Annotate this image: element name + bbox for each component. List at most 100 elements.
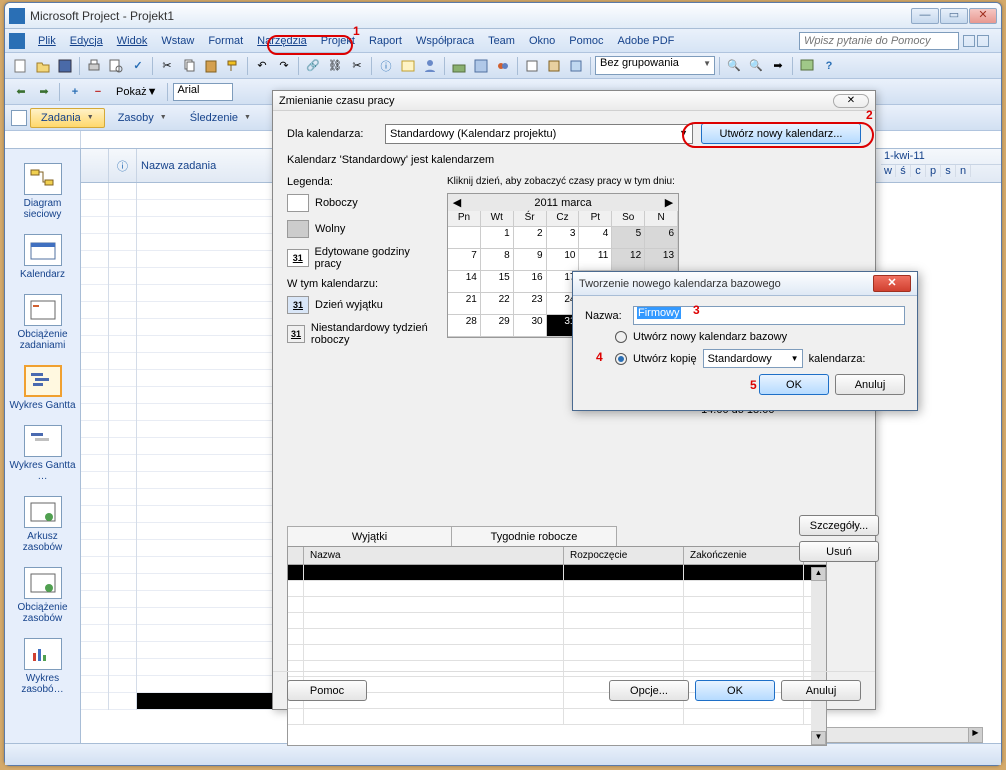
format-painter-icon[interactable] <box>223 56 243 76</box>
create-base-calendar-dialog: Tworzenie nowego kalendarza bazowego ✕ N… <box>572 271 918 411</box>
scroll-up-icon[interactable]: ▲ <box>811 567 826 581</box>
help-search-input[interactable] <box>799 32 959 50</box>
title-bar: Microsoft Project - Projekt1 — ▭ ✕ <box>5 3 1001 29</box>
goto-icon[interactable]: ➡ <box>768 56 788 76</box>
view-list-icon[interactable] <box>11 110 27 126</box>
menu-format[interactable]: Format <box>201 33 250 49</box>
dialog2-close-button[interactable]: ✕ <box>873 275 911 292</box>
options-button[interactable]: Opcje... <box>609 680 689 701</box>
back-icon[interactable]: ⬅ <box>11 82 31 102</box>
radio-new-base[interactable] <box>615 331 627 343</box>
help-button[interactable]: Pomoc <box>287 680 367 701</box>
note-icon[interactable] <box>398 56 418 76</box>
minimize-button[interactable]: — <box>911 8 939 24</box>
copy-icon[interactable] <box>179 56 199 76</box>
link-icon[interactable]: 🔗 <box>303 56 323 76</box>
cancel-button[interactable]: Anuluj <box>781 680 861 701</box>
paste-icon[interactable] <box>201 56 221 76</box>
print-icon[interactable] <box>84 56 104 76</box>
ok-button[interactable]: OK <box>695 680 775 701</box>
forward-icon[interactable]: ➡ <box>34 82 54 102</box>
exceptions-table[interactable]: Nazwa Rozpoczęcie Zakończenie <box>287 546 827 746</box>
cut-icon[interactable]: ✂ <box>157 56 177 76</box>
sidebar-item-gantt[interactable]: Wykres Gantta <box>5 361 80 421</box>
add-icon[interactable]: + <box>65 82 85 102</box>
scroll-down-icon[interactable]: ▼ <box>811 731 826 745</box>
mdi-controls[interactable] <box>963 35 997 47</box>
menu-projekt[interactable]: Projekt <box>314 33 362 49</box>
grid-header-name[interactable]: Nazwa zadania <box>137 149 277 182</box>
delete-button[interactable]: Usuń <box>799 541 879 562</box>
report3-icon[interactable] <box>566 56 586 76</box>
help-icon[interactable]: ? <box>819 56 839 76</box>
menu-raport[interactable]: Raport <box>362 33 409 49</box>
tab-zadania[interactable]: Zadania <box>30 108 105 128</box>
next-month-icon[interactable]: ▶ <box>662 196 676 209</box>
calendar-name-input[interactable]: Firmowy <box>633 306 905 325</box>
radio-copy[interactable] <box>615 353 627 365</box>
import-icon[interactable] <box>471 56 491 76</box>
collab-icon[interactable] <box>493 56 513 76</box>
create-new-calendar-button[interactable]: Utwórz nowy kalendarz... <box>701 123 861 144</box>
sidebar-item-kalendarz[interactable]: Kalendarz <box>5 230 80 290</box>
dialog2-cancel-button[interactable]: Anuluj <box>835 374 905 395</box>
system-menu-icon[interactable] <box>9 33 25 49</box>
menu-widok[interactable]: Widok <box>110 33 155 49</box>
open-icon[interactable] <box>33 56 53 76</box>
remove-icon[interactable]: − <box>88 82 108 102</box>
sidebar-item-wykres-zas[interactable]: Wykres zasobó… <box>5 634 80 705</box>
prev-month-icon[interactable]: ◀ <box>450 196 464 209</box>
tab-wyjatki[interactable]: Wyjątki <box>287 526 452 547</box>
report2-icon[interactable] <box>544 56 564 76</box>
menu-wstaw[interactable]: Wstaw <box>154 33 201 49</box>
zoom-out-icon[interactable]: 🔍 <box>746 56 766 76</box>
dialog2-ok-button[interactable]: OK <box>759 374 829 395</box>
dialog1-close-button[interactable]: ✕ <box>833 94 869 108</box>
font-name-input[interactable]: Arial <box>173 83 233 101</box>
assign-icon[interactable] <box>420 56 440 76</box>
menu-plik[interactable]: Plik <box>31 33 63 49</box>
sidebar-item-diagram[interactable]: Diagram sieciowy <box>5 159 80 230</box>
tab-sledzenie[interactable]: Śledzenie <box>180 109 261 127</box>
spellcheck-icon[interactable]: ✓ <box>128 56 148 76</box>
grid-header-info[interactable]: ⓘ <box>109 149 137 182</box>
toolbar-standard: ✓ ✂ ↶ ↷ 🔗 ⛓ ✂ ⓘ Bez grupowania 🔍 🔍 ➡ ? <box>5 53 1001 79</box>
calendar-select[interactable]: Standardowy (Kalendarz projektu) <box>385 124 693 144</box>
sidebar-item-gantt2[interactable]: Wykres Gantta … <box>5 421 80 492</box>
split-icon[interactable]: ✂ <box>347 56 367 76</box>
copy-picture-icon[interactable] <box>797 56 817 76</box>
sidebar-item-obciazenie-zad[interactable]: Obciążenie zadaniami <box>5 290 80 361</box>
sidebar-item-obciazenie-zas[interactable]: Obciążenie zasobów <box>5 563 80 634</box>
calendar-is-label: Kalendarz 'Standardowy' jest kalendarzem <box>287 154 861 166</box>
publish-icon[interactable] <box>449 56 469 76</box>
zoom-in-icon[interactable]: 🔍 <box>724 56 744 76</box>
grid-header-rownum[interactable] <box>81 149 109 182</box>
info-icon[interactable]: ⓘ <box>376 56 396 76</box>
show-button[interactable]: Pokaż ▼ <box>111 82 162 102</box>
menu-adobepdf[interactable]: Adobe PDF <box>611 33 682 49</box>
sidebar-item-arkusz[interactable]: Arkusz zasobów <box>5 492 80 563</box>
tab-zasoby[interactable]: Zasoby <box>108 109 177 127</box>
undo-icon[interactable]: ↶ <box>252 56 272 76</box>
redo-icon[interactable]: ↷ <box>274 56 294 76</box>
scroll-right-icon[interactable]: ▶ <box>968 728 982 742</box>
report1-icon[interactable] <box>522 56 542 76</box>
menu-okno[interactable]: Okno <box>522 33 562 49</box>
menu-team[interactable]: Team <box>481 33 522 49</box>
table-scrollbar[interactable]: ▲ ▼ <box>811 567 826 745</box>
new-icon[interactable] <box>11 56 31 76</box>
print-preview-icon[interactable] <box>106 56 126 76</box>
close-button[interactable]: ✕ <box>969 8 997 24</box>
menu-wspolpraca[interactable]: Współpraca <box>409 33 481 49</box>
timeline-header: 1-kwi-11 wścpsn <box>881 149 1001 183</box>
save-icon[interactable] <box>55 56 75 76</box>
details-button[interactable]: Szczegóły... <box>799 515 879 536</box>
tab-tygodnie[interactable]: Tygodnie robocze <box>452 526 617 547</box>
unlink-icon[interactable]: ⛓ <box>325 56 345 76</box>
menu-narzedzia[interactable]: Narzędzia <box>250 33 314 49</box>
menu-edycja[interactable]: Edycja <box>63 33 110 49</box>
group-by-select[interactable]: Bez grupowania <box>595 56 715 75</box>
menu-pomoc[interactable]: Pomoc <box>562 33 610 49</box>
maximize-button[interactable]: ▭ <box>940 8 968 24</box>
copy-from-select[interactable]: Standardowy <box>703 349 803 368</box>
